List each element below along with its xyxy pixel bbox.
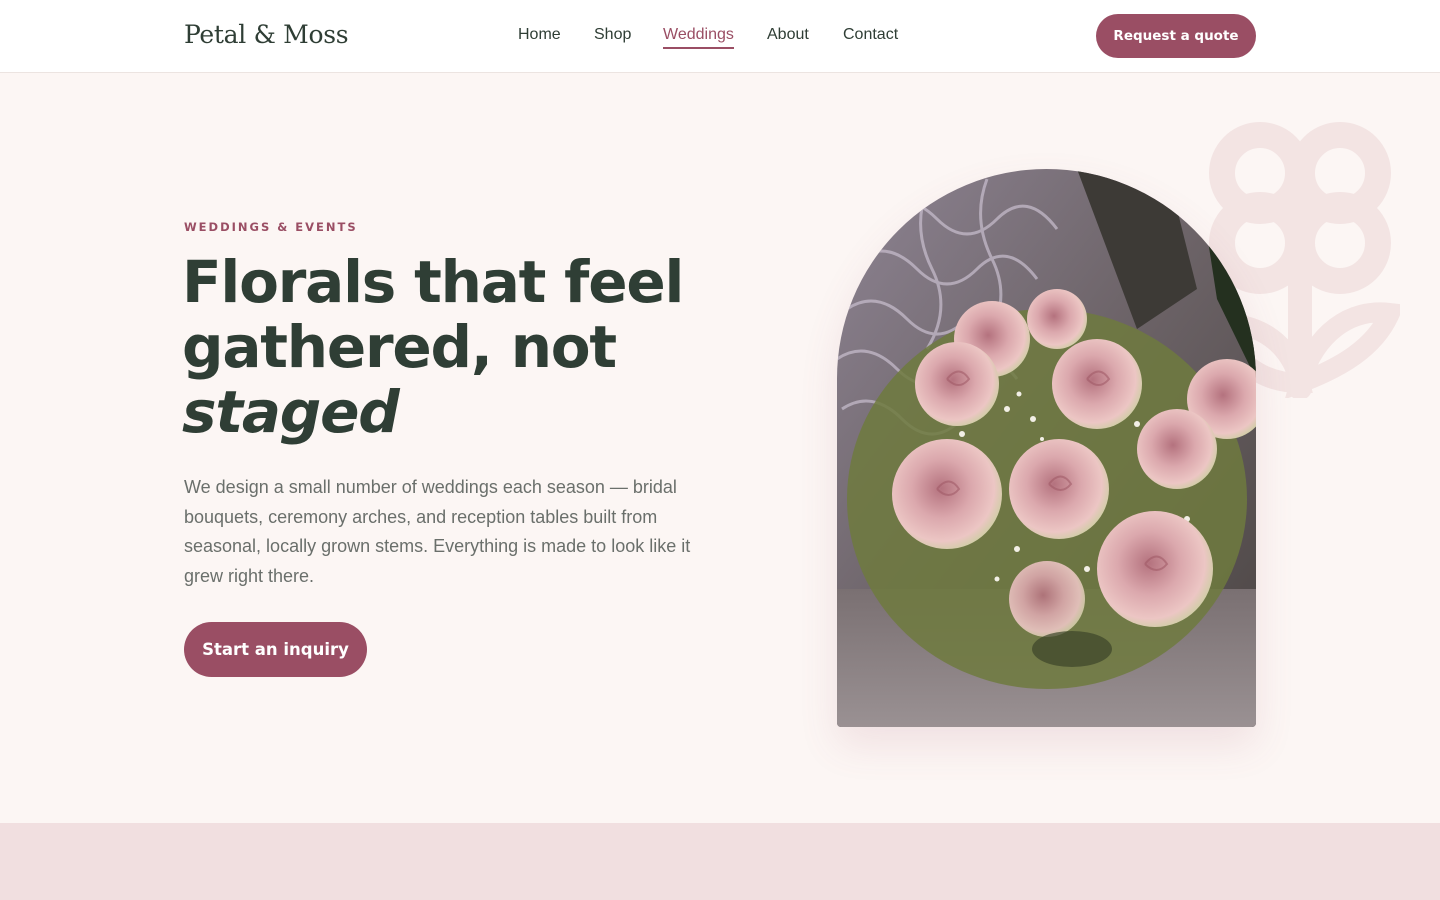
nav-home[interactable]: Home [518, 26, 561, 44]
headline-line-1: Florals that feel [182, 248, 684, 316]
request-quote-button[interactable]: Request a quote [1096, 14, 1256, 58]
site-header: Petal & Moss Home Shop Weddings About Co… [0, 0, 1440, 73]
hero-eyebrow: WEDDINGS & EVENTS [184, 220, 358, 234]
nav-contact[interactable]: Contact [843, 26, 898, 44]
nav-about[interactable]: About [767, 26, 809, 44]
hero-description: We design a small number of weddings eac… [184, 477, 691, 586]
headline-line-2: gathered, not [182, 313, 617, 381]
bridal-bouquet-image [837, 169, 1256, 727]
next-section-band [0, 823, 1440, 900]
hero-headline: Florals that feel gathered, not staged [182, 250, 782, 445]
nav-shop[interactable]: Shop [594, 26, 631, 44]
nav-weddings[interactable]: Weddings [663, 26, 734, 49]
start-inquiry-button[interactable]: Start an inquiry [184, 622, 367, 677]
headline-line-3: staged [182, 378, 400, 446]
